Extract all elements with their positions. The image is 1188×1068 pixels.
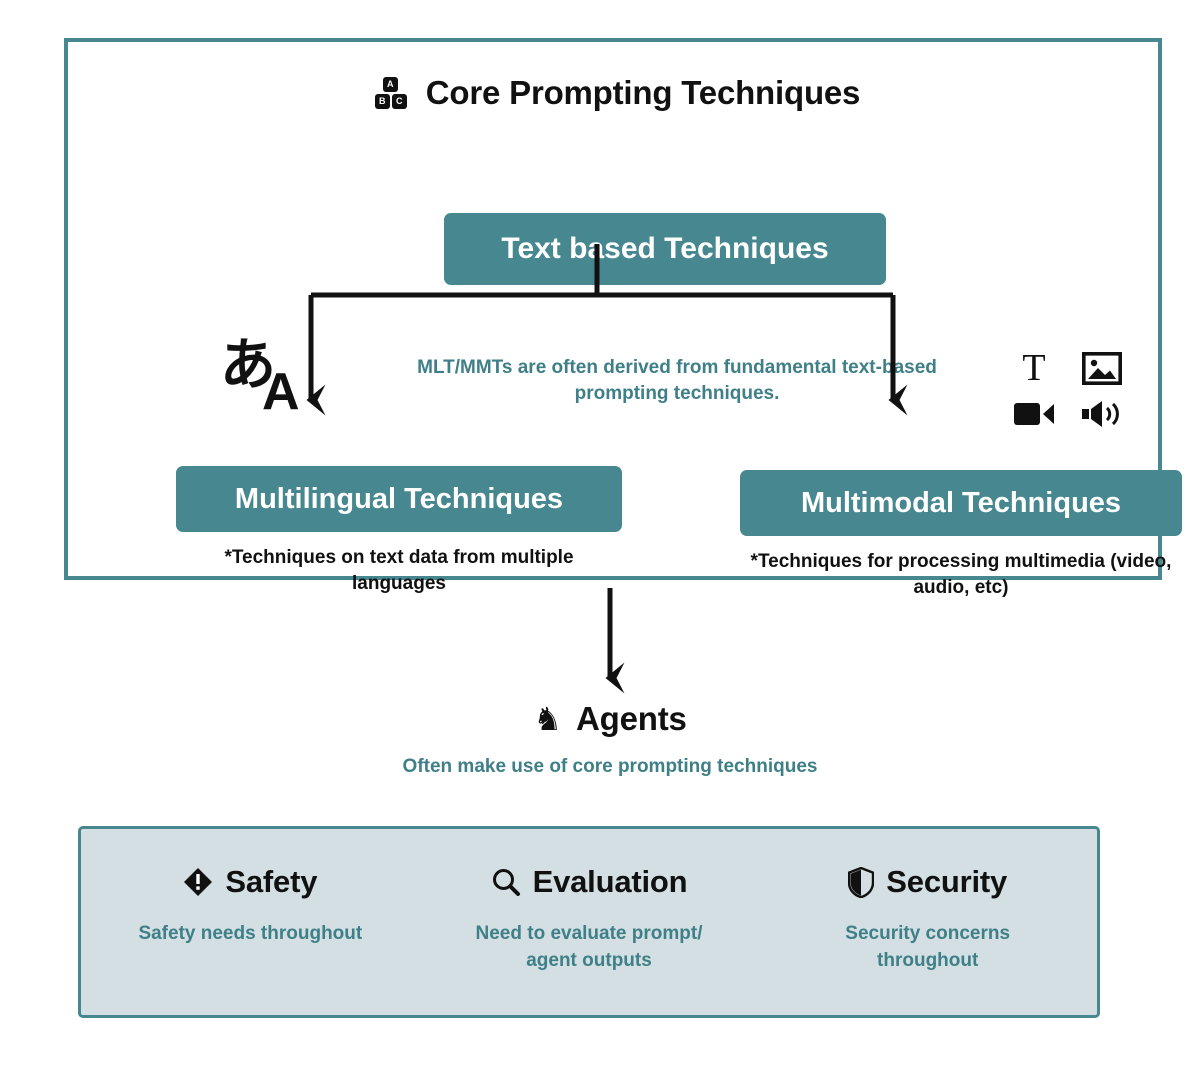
concern-security[interactable]: Security Security concerns throughout — [758, 829, 1097, 1015]
shield-icon — [848, 866, 875, 898]
diagram-canvas: A B C Core Prompting Techniques Text bas… — [0, 0, 1188, 1068]
concern-security-label: Security — [886, 864, 1008, 899]
concern-evaluation-label: Evaluation — [532, 864, 688, 899]
concern-security-heading: Security — [758, 861, 1097, 903]
page-title: A B C Core Prompting Techniques — [68, 74, 1166, 112]
agents-note: Often make use of core prompting techniq… — [402, 756, 818, 777]
image-icon — [1082, 351, 1122, 385]
concern-evaluation[interactable]: Evaluation Need to evaluate prompt/ agen… — [420, 829, 759, 1015]
derived-note: MLT/MMTs are often derived from fundamen… — [417, 357, 937, 404]
abc-block-c: C — [391, 94, 407, 109]
multilingual-techniques-box[interactable]: Multilingual Techniques — [176, 466, 622, 532]
language-icon: あ A — [218, 338, 328, 434]
video-icon — [1013, 400, 1055, 428]
multimodal-caption: *Techniques for processing multimedia (v… — [750, 551, 1172, 598]
core-prompting-techniques-panel: A B C Core Prompting Techniques Text bas… — [64, 38, 1182, 598]
multilingual-techniques-label: Multilingual Techniques — [234, 482, 564, 515]
modality-icon-group: T — [1008, 345, 1130, 435]
warning-diamond-icon — [183, 867, 213, 897]
concern-safety-heading: Safety — [81, 861, 420, 903]
page-title-label: Core Prompting Techniques — [425, 74, 861, 111]
multilingual-caption: *Techniques on text data from multiple l… — [224, 547, 574, 594]
text-based-techniques-label: Text based Techniques — [501, 232, 829, 265]
abc-blocks-icon: A B C — [374, 75, 408, 111]
multimodal-techniques-box[interactable]: Multimodal Techniques — [740, 470, 1182, 536]
concern-evaluation-heading: Evaluation — [420, 861, 759, 903]
abc-block-a: A — [382, 77, 398, 92]
language-icon-latin-glyph: A — [262, 363, 300, 421]
multimodal-techniques-label: Multimodal Techniques — [800, 486, 1122, 519]
abc-block-b: B — [374, 94, 390, 109]
chess-knight-icon: ♞ — [533, 700, 563, 738]
magnifier-icon — [491, 867, 521, 897]
concern-security-desc: Security concerns throughout — [845, 923, 1011, 971]
agents-title: Agents — [576, 700, 687, 737]
text-icon: T — [1022, 347, 1046, 389]
concern-safety-desc: Safety needs throughout — [138, 923, 363, 944]
cross-cutting-concerns-panel: Safety Safety needs throughout Evaluatio… — [78, 826, 1100, 1018]
concern-safety-label: Safety — [225, 864, 318, 899]
agents-heading: ♞ Agents — [320, 700, 900, 738]
concern-evaluation-desc: Need to evaluate prompt/ agent outputs — [475, 923, 703, 971]
text-based-techniques-box[interactable]: Text based Techniques — [444, 213, 886, 285]
concern-safety[interactable]: Safety Safety needs throughout — [81, 829, 420, 1015]
audio-icon — [1081, 399, 1123, 429]
